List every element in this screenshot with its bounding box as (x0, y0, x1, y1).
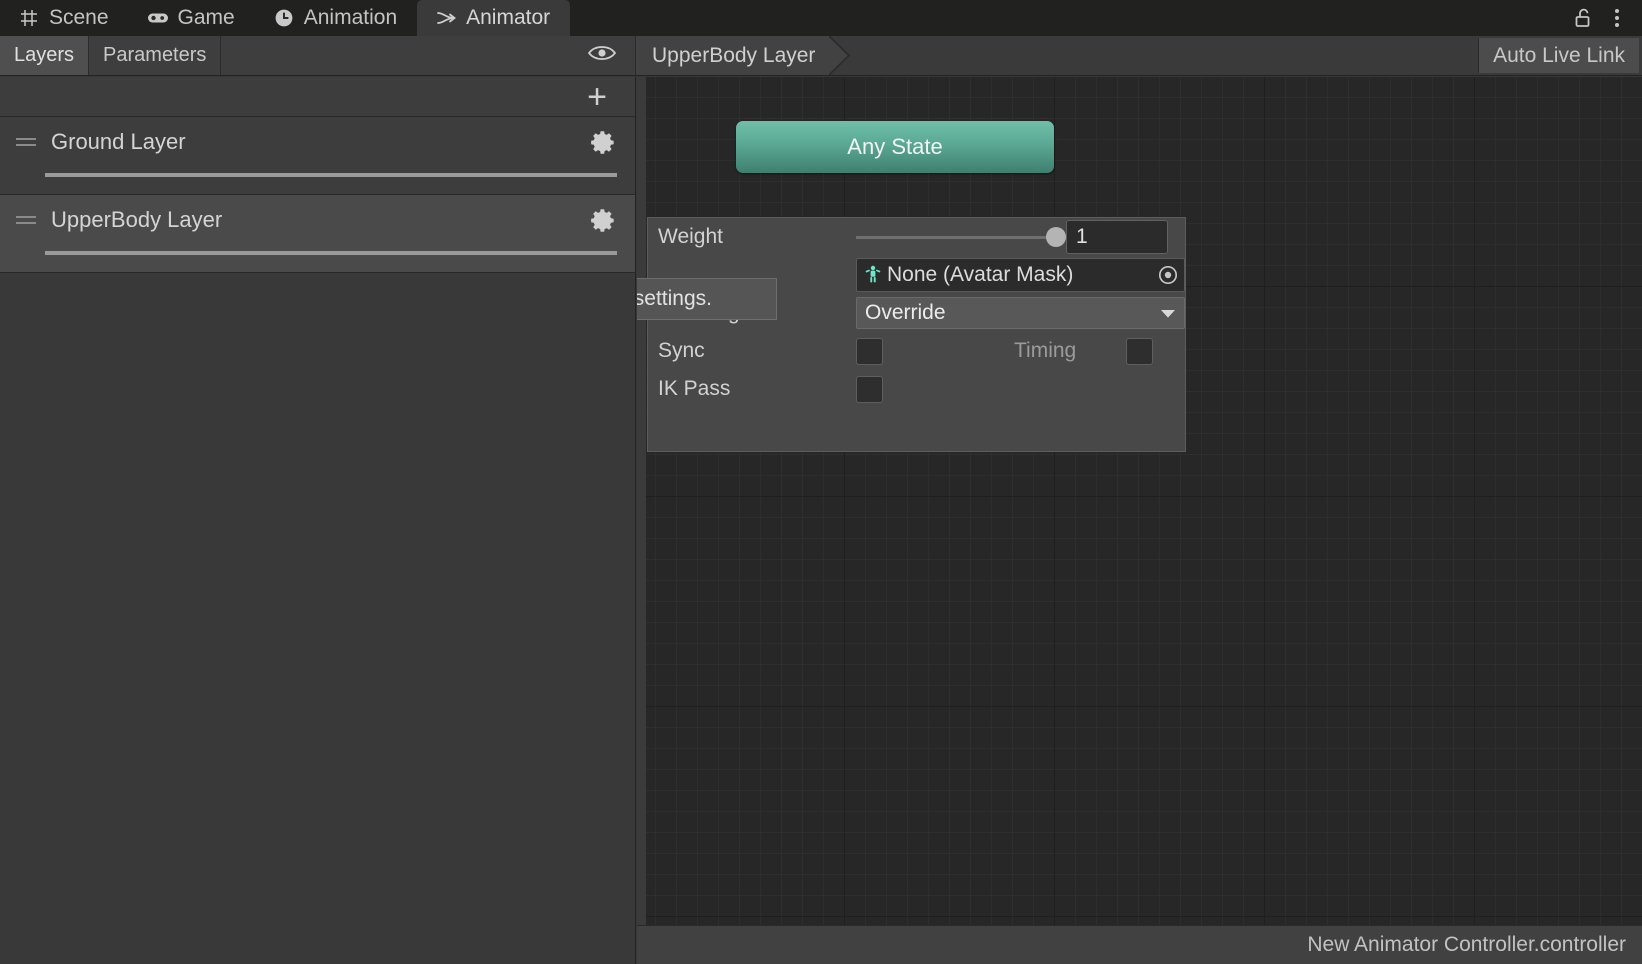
add-layer-row: + (0, 77, 635, 117)
clock-icon (273, 7, 295, 29)
layer-row-ground[interactable]: Ground Layer (0, 117, 635, 195)
tooltip-text: Click to change layer settings. (637, 287, 712, 310)
any-state-label: Any State (847, 134, 943, 159)
ik-pass-row: IK Pass (648, 370, 1185, 408)
gear-icon[interactable] (589, 128, 617, 156)
toolbar-right-group: UpperBody Layer Auto Live Link (636, 36, 1642, 75)
object-picker-icon[interactable] (1156, 263, 1180, 287)
animator-graph-canvas[interactable]: Any State Weight 1 None (Avatar Mask) Ov… (637, 77, 1642, 925)
layer-settings-popup: Weight 1 None (Avatar Mask) Override Syn… (647, 217, 1186, 452)
tab-animation-label: Animation (303, 6, 398, 29)
tab-layers-label: Layers (14, 44, 75, 66)
sync-checkbox[interactable] (856, 337, 883, 365)
tab-parameters-label: Parameters (103, 44, 207, 66)
add-layer-button[interactable]: + (587, 80, 607, 114)
toolbar-eye-area (221, 36, 636, 75)
auto-live-link-label: Auto Live Link (1493, 43, 1625, 67)
window-tab-bar: Scene Game Animation Animator (0, 0, 1642, 36)
breadcrumb-chevron-icon (829, 36, 855, 75)
kebab-menu-icon[interactable] (1602, 3, 1632, 33)
weight-slider-knob[interactable] (1046, 227, 1066, 247)
toolbar-filler (855, 36, 1479, 75)
blending-dropdown[interactable]: Override (856, 297, 1185, 329)
tab-scene-label: Scene (49, 6, 109, 29)
grid-icon (18, 7, 40, 29)
weight-input[interactable]: 1 (1066, 220, 1168, 254)
auto-live-link-button[interactable]: Auto Live Link (1478, 38, 1639, 73)
breadcrumb[interactable]: UpperBody Layer (636, 36, 830, 75)
sync-row: Sync Timing (648, 332, 1185, 370)
timing-checkbox[interactable] (1126, 337, 1154, 365)
layer-weight-bar[interactable] (45, 173, 617, 177)
layer-weight-bar[interactable] (45, 251, 617, 255)
breadcrumb-label: UpperBody Layer (652, 43, 816, 67)
ik-pass-checkbox[interactable] (856, 375, 883, 403)
weight-slider[interactable] (856, 227, 1066, 247)
toolbar-left-group: Layers Parameters (0, 36, 636, 75)
layer-name-label: Ground Layer (51, 129, 186, 154)
avatar-mask-field[interactable]: None (Avatar Mask) (856, 258, 1185, 292)
animator-toolbar: Layers Parameters UpperBody Layer Auto L… (0, 36, 1642, 76)
eye-icon[interactable] (587, 43, 617, 69)
status-bar: New Animator Controller.controller (637, 925, 1642, 964)
tab-animator-label: Animator (466, 6, 551, 29)
layers-panel-empty-area (0, 274, 635, 964)
layer-name-label: UpperBody Layer (51, 207, 223, 232)
layer-row-upperbody[interactable]: UpperBody Layer (0, 195, 635, 273)
blending-value: Override (865, 301, 946, 324)
tab-game-label: Game (177, 6, 235, 29)
avatar-mask-value: None (Avatar Mask) (887, 263, 1074, 286)
window-controls (1568, 0, 1642, 36)
tab-animator[interactable]: Animator (417, 0, 571, 36)
unlocked-padlock-icon[interactable] (1568, 3, 1598, 33)
state-node-any-state[interactable]: Any State (736, 121, 1054, 173)
drag-handle-icon[interactable] (12, 138, 38, 146)
chevron-down-icon (1160, 301, 1176, 325)
gear-icon[interactable] (589, 206, 617, 234)
drag-handle-icon[interactable] (12, 216, 38, 224)
sync-label: Sync (658, 339, 705, 362)
tab-game[interactable]: Game (129, 0, 255, 36)
animator-icon (435, 7, 457, 29)
graph-vertical-scrollbar[interactable] (637, 77, 646, 925)
layers-panel: + Ground Layer UpperBody Layer (0, 77, 636, 964)
tab-parameters[interactable]: Parameters (89, 36, 222, 75)
tab-animation[interactable]: Animation (255, 0, 417, 36)
timing-label: Timing (1014, 339, 1077, 362)
tooltip: Click to change layer settings. (637, 278, 777, 320)
avatar-mask-icon (863, 264, 885, 286)
weight-row: Weight 1 (648, 218, 1185, 256)
animator-window: Scene Game Animation Animator Layers Par… (0, 0, 1642, 964)
gamepad-icon (147, 7, 169, 29)
ik-pass-label: IK Pass (658, 377, 731, 400)
asset-name-label: New Animator Controller.controller (1307, 933, 1626, 956)
tab-scene[interactable]: Scene (0, 0, 129, 36)
tab-layers[interactable]: Layers (0, 36, 90, 75)
weight-label: Weight (658, 225, 723, 248)
